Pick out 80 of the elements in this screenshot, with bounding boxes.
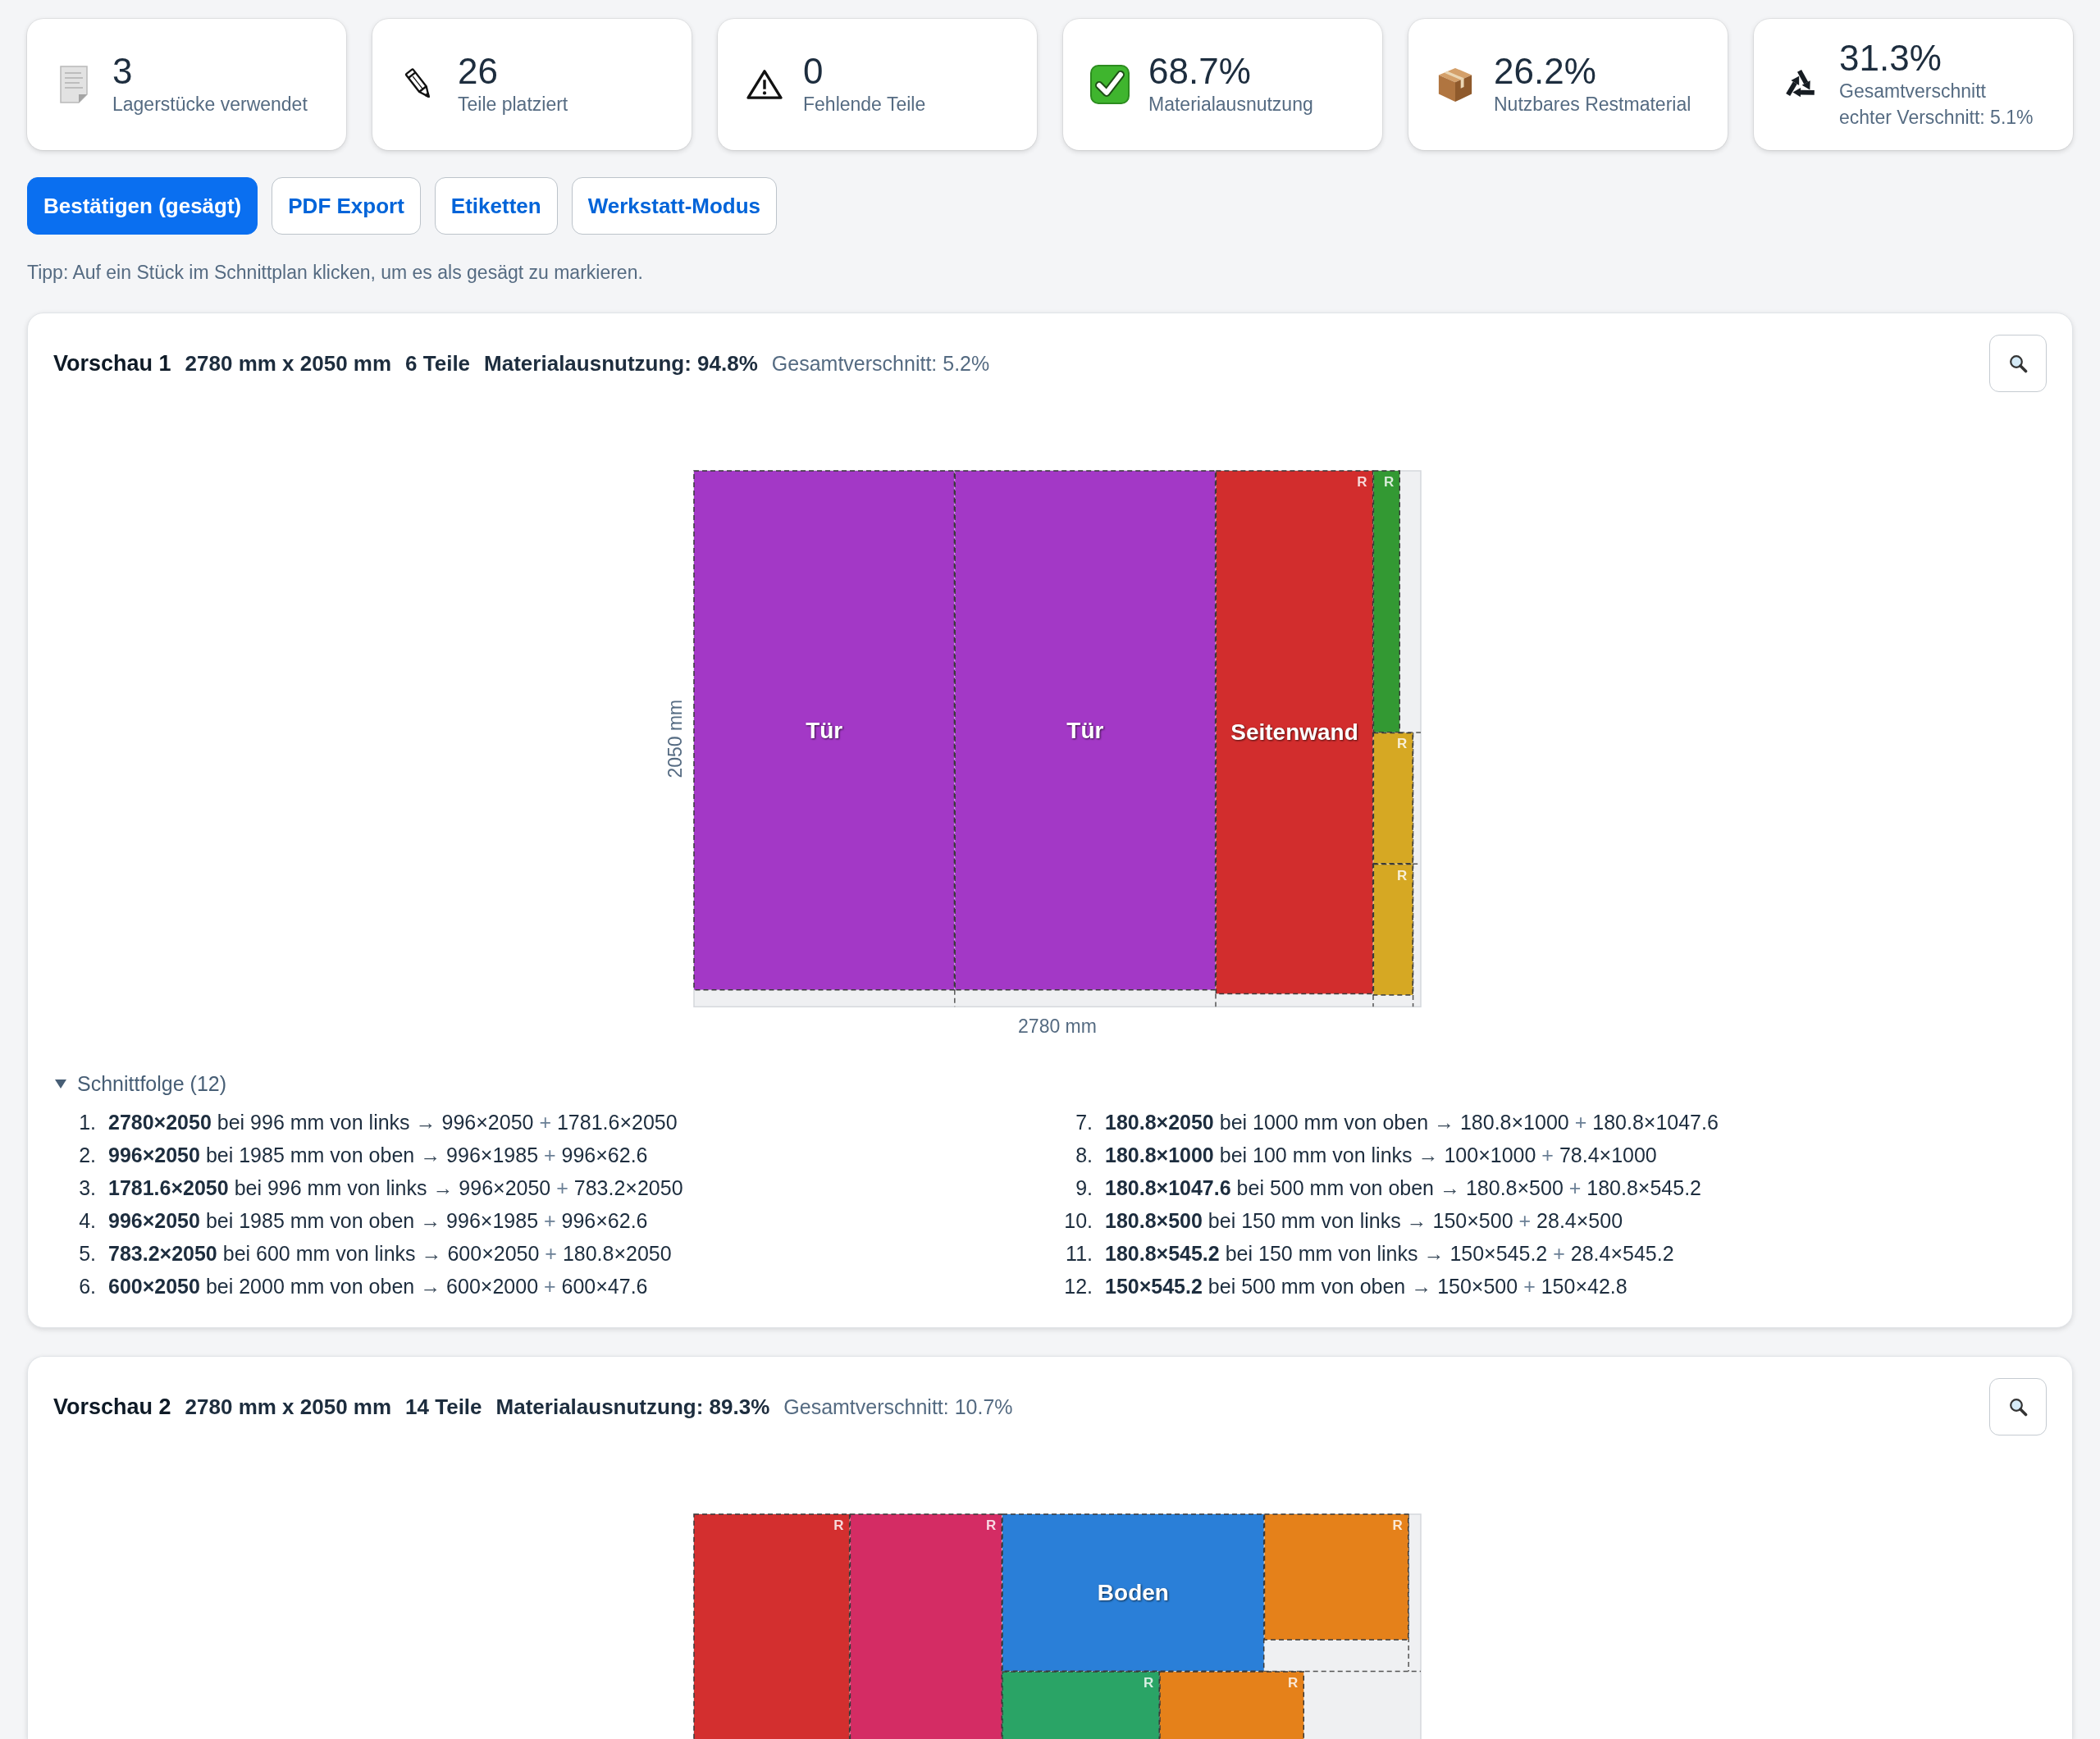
package-icon (1436, 66, 1474, 103)
piece-label: Boden (1097, 1580, 1169, 1606)
action-button[interactable]: Etiketten (434, 177, 558, 235)
action-button[interactable]: PDF Export (272, 177, 421, 235)
action-button[interactable]: Bestätigen (gesägt) (27, 177, 258, 235)
search-icon (2008, 1397, 2028, 1417)
stat-value: 68.7% (1148, 52, 1251, 91)
rotation-mark: R (1143, 1675, 1154, 1691)
stat-label: Teile platziert (458, 93, 568, 116)
step-number: 11. (1065, 1241, 1093, 1266)
stat-value: 0 (803, 52, 824, 91)
rotation-mark: R (1392, 1518, 1403, 1534)
cut-piece[interactable] (1372, 863, 1413, 996)
preview-title: Vorschau 2 (53, 1394, 171, 1420)
step-number: 9. (1075, 1175, 1093, 1200)
cut-step: 180.8×1000 bei 100 mm von links → 100×1000 + 78.4×1000 (1105, 1143, 1657, 1167)
stat-label: Fehlende Teile (803, 93, 926, 116)
stat-label: Gesamtverschnitt (1839, 80, 1986, 103)
piece-label: Tür (1066, 717, 1104, 743)
cut-piece[interactable] (1372, 470, 1400, 733)
preview-title: Vorschau 1 (53, 350, 171, 377)
waste-text: Gesamtverschnitt: 10.7% (783, 1394, 1013, 1419)
step-number: 4. (78, 1208, 96, 1233)
stat-label: Materialausnutzung (1148, 93, 1313, 116)
cut-step: 996×2050 bei 1985 mm von oben → 996×1985 + 996×62.6 (108, 1208, 648, 1233)
cut-step: 150×545.2 bei 500 mm von oben → 150×500 + 150×42.8 (1105, 1274, 1628, 1299)
part-count: 6 Teile (405, 350, 471, 377)
zoom-button[interactable] (1989, 1378, 2047, 1436)
stat-value: 31.3% (1839, 39, 1942, 78)
cut-step: 2780×2050 bei 996 mm von links → 996×2050 + 1781.6×2050 (108, 1110, 678, 1134)
search-icon (2008, 354, 2028, 373)
piece-label: Tür (806, 717, 843, 743)
stat-note: echter Verschnitt: 5.1% (1839, 106, 2034, 130)
rotation-mark: R (1396, 736, 1408, 752)
waste-text: Gesamtverschnitt: 5.2% (771, 351, 990, 376)
height-label: 2050 mm (664, 699, 686, 778)
cut-piece[interactable] (1372, 732, 1413, 865)
step-number: 5. (78, 1241, 96, 1266)
stat-label: Nutzbares Restmaterial (1494, 93, 1691, 116)
stat-value: 26.2% (1494, 52, 1596, 91)
stat-value: 3 (112, 52, 133, 91)
step-number: 3. (78, 1175, 96, 1200)
stat-value: 26 (458, 52, 498, 91)
action-button[interactable]: Werkstatt-Modus (571, 177, 778, 235)
utilization-text: Materialausnutzung: 89.3% (495, 1394, 770, 1420)
warning-icon (746, 69, 783, 100)
cut-step: 1781.6×2050 bei 996 mm von links → 996×2050 + 783.2×2050 (108, 1175, 683, 1200)
rotation-mark: R (1384, 474, 1395, 490)
part-count: 14 Teile (405, 1394, 482, 1420)
cut-step: 180.8×545.2 bei 150 mm von links → 150×545.2 + 28.4×545.2 (1105, 1241, 1674, 1266)
rotation-mark: R (833, 1518, 844, 1534)
cut-piece[interactable] (1159, 1671, 1305, 1739)
cut-step: 600×2050 bei 2000 mm von oben → 600×2000 + 600×47.6 (108, 1274, 648, 1299)
step-number: 1. (78, 1110, 96, 1134)
step-number: 7. (1075, 1110, 1093, 1134)
rotation-mark: R (1288, 1675, 1299, 1691)
rotation-mark: R (1396, 867, 1408, 883)
zoom-button[interactable] (1989, 335, 2047, 392)
step-number: 6. (78, 1274, 96, 1299)
step-number: 2. (78, 1143, 96, 1167)
stat-label: Lagerstücke verwendet (112, 93, 308, 116)
document-icon (58, 65, 89, 104)
width-label: 2780 mm (1018, 1016, 1097, 1038)
cut-step: 180.8×1047.6 bei 500 mm von oben → 180.8×500 + 180.8×545.2 (1105, 1175, 1701, 1200)
tip-text: Tipp: Auf ein Stück im Schnittplan klicken, um es als gesägt zu markieren. (27, 261, 644, 285)
utilization-text: Materialausnutzung: 94.8% (484, 350, 758, 377)
step-number: 8. (1075, 1143, 1093, 1167)
rotation-mark: R (1357, 474, 1367, 490)
sheet-size: 2780 mm x 2050 mm (185, 350, 392, 377)
step-number: 10. (1063, 1208, 1093, 1233)
cut-step: 180.8×2050 bei 1000 mm von oben → 180.8×1000 + 180.8×1047.6 (1105, 1110, 1719, 1134)
cut-step: 996×2050 bei 1985 mm von oben → 996×1985 + 996×62.6 (108, 1143, 648, 1167)
sequence-toggle[interactable]: Schnittfolge (12) (53, 1067, 227, 1101)
piece-label: Seitenwand (1230, 719, 1358, 746)
sheet-size: 2780 mm x 2050 mm (185, 1394, 392, 1420)
step-number: 12. (1063, 1274, 1093, 1299)
rotation-mark: R (986, 1518, 997, 1534)
cut-step: 180.8×500 bei 150 mm von links → 150×500 + 28.4×500 (1105, 1208, 1623, 1233)
check-icon (1090, 65, 1130, 104)
cut-step: 783.2×2050 bei 600 mm von links → 600×2050 + 180.8×2050 (108, 1241, 672, 1266)
